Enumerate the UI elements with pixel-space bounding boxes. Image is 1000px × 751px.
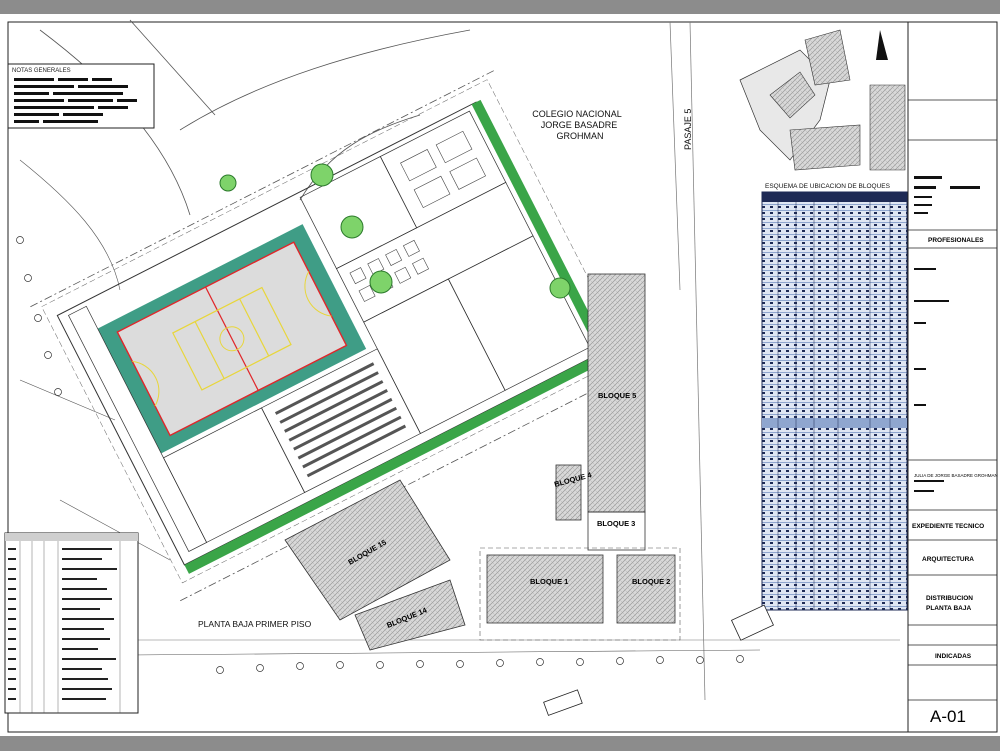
plan-title-line-1: DISTRIBUCION [926,595,973,602]
block-location-schema: ESQUEMA DE UBICACION DE BLOQUES [739,29,906,190]
general-notes-box: NOTAS GENERALES [7,63,155,129]
block-2-label: BLOQUE 2 [632,577,670,586]
block-1-label: BLOQUE 1 [530,577,568,586]
site-plan-drawing: NOTAS GENERALES BLOQUE 5 BLOQUE 4 BLOQUE… [4,19,998,733]
notes-title: NOTAS GENERALES [12,68,71,74]
svg-text:ESQUEMA DE UBICACION DE BLOQUE: ESQUEMA DE UBICACION DE BLOQUES [765,183,891,190]
block-5-label: BLOQUE 5 [598,391,636,400]
room-schedule-table [4,532,139,714]
specialty-label: ARQUITECTURA [922,556,974,563]
svg-text:JORGE BASADRE: JORGE BASADRE [541,120,618,130]
svg-text:GROHMAN: GROHMAN [557,131,604,141]
street-label: PASAJE 5 [683,109,693,150]
viewer-top-bar [0,0,1000,14]
areas-table [761,191,908,611]
project-type-label: EXPEDIENTE TECNICO [912,523,984,530]
svg-text:COLEGIO NACIONAL: COLEGIO NACIONAL [532,109,622,119]
sheet-number: A-01 [930,707,966,726]
professionals-label: PROFESIONALES [928,237,984,244]
owner-label: JULIA DE JORGE BASADRE GROHMAN [914,473,998,478]
plan-title-line-2: PLANTA BAJA [926,605,971,612]
scale-label: INDICADAS [935,653,972,660]
neighbor-label: COLEGIO NACIONAL JORGE BASADRE GROHMAN [532,109,622,141]
floor-label: PLANTA BAJA PRIMER PISO [198,619,312,629]
drawing-sheet: NOTAS GENERALES BLOQUE 5 BLOQUE 4 BLOQUE… [0,14,1000,736]
viewer-bottom-bar [0,736,1000,751]
block-3-label: BLOQUE 3 [597,519,635,528]
